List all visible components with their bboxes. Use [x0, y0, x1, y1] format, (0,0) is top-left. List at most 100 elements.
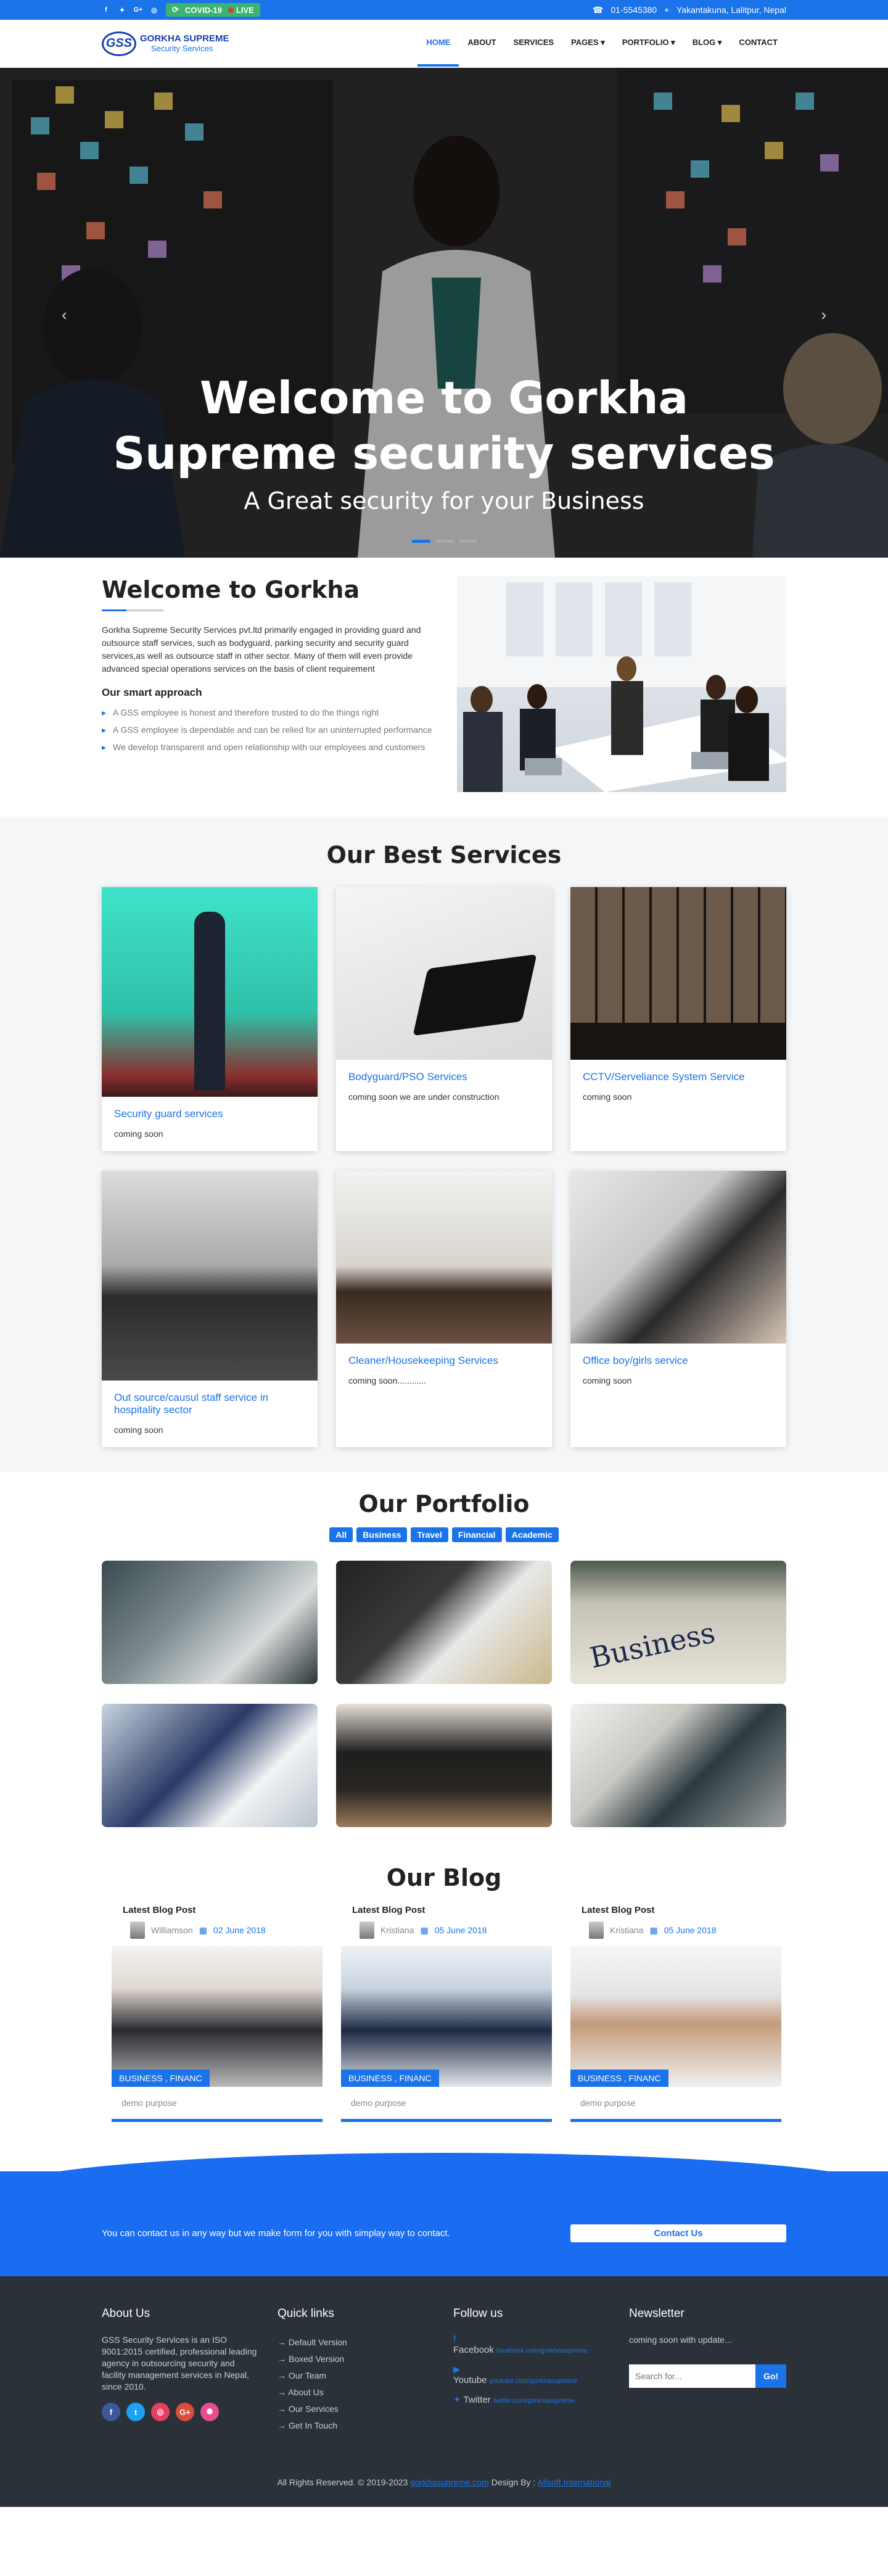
blog-image[interactable]: BUSINESS , FINANC	[570, 1946, 781, 2087]
footer-link[interactable]: → Get In Touch	[278, 2417, 435, 2434]
services-title: Our Best Services	[326, 841, 562, 869]
author-name[interactable]: Kristiana	[380, 1925, 414, 1935]
service-card[interactable]: Out source/causul staff service in hospi…	[102, 1171, 318, 1447]
blog-category-tag[interactable]: BUSINESS , FINANC	[341, 2070, 439, 2087]
newsletter-go-button[interactable]: Go!	[755, 2364, 786, 2388]
footer-quick-links: Quick links → Default Version → Boxed Ve…	[278, 2307, 435, 2434]
nav-services[interactable]: SERVICES	[505, 20, 563, 67]
blog-excerpt: demo purpose	[351, 2098, 406, 2108]
author-name[interactable]: Williamson	[151, 1925, 193, 1935]
google-plus-icon[interactable]: G+	[176, 2403, 194, 2421]
post-date[interactable]: 05 June 2018	[664, 1925, 717, 1935]
footer: About Us GSS Security Services is an ISO…	[0, 2276, 888, 2507]
hero-slider: ‹ › Welcome to Gorkha Supreme security s…	[0, 68, 888, 558]
footer-link[interactable]: → Our Team	[278, 2368, 435, 2384]
service-image	[570, 1171, 786, 1344]
service-card[interactable]: Security guard services coming soon	[102, 887, 318, 1151]
follow-facebook[interactable]: f Facebook facebook.com/gorkhasupreme	[453, 2334, 610, 2355]
follow-youtube[interactable]: ▶ Youtube youtube.com/gorkhasupreme	[453, 2364, 610, 2385]
service-card[interactable]: Office boy/girls service coming soon	[570, 1171, 786, 1447]
blog-post: Latest Blog Post Williamson ▦ 02 June 20…	[112, 1905, 323, 2122]
filter-travel[interactable]: Travel	[411, 1527, 448, 1542]
footer-about: About Us GSS Security Services is an ISO…	[102, 2307, 259, 2434]
slide-indicator[interactable]	[435, 540, 454, 543]
hero-next-arrow[interactable]: ›	[821, 305, 826, 324]
blog-post-label: Latest Blog Post	[352, 1905, 426, 1915]
refresh-icon: ⟳	[172, 5, 179, 14]
hero-title: Welcome to Gorkha Supreme security servi…	[113, 372, 775, 479]
facebook-icon[interactable]: f	[102, 6, 110, 14]
instagram-icon[interactable]: ◎	[150, 6, 158, 14]
nav-pages[interactable]: PAGES ▾	[562, 20, 614, 67]
blog-image[interactable]: BUSINESS , FINANC	[341, 1946, 552, 2087]
footer-link[interactable]: → Boxed Version	[278, 2351, 435, 2368]
designer-link[interactable]: Allsoft International	[537, 2477, 610, 2487]
welcome-section: Welcome to Gorkha Gorkha Supreme Securit…	[0, 558, 888, 817]
portfolio-item[interactable]	[102, 1561, 318, 1684]
covid-live-badge[interactable]: ⟳ COVID-19 LIVE	[166, 3, 260, 17]
nav-home[interactable]: HOME	[417, 20, 459, 67]
post-date[interactable]: 05 June 2018	[435, 1925, 487, 1935]
portfolio-item[interactable]	[102, 1704, 318, 1827]
hero-prev-arrow[interactable]: ‹	[62, 305, 67, 324]
portfolio-item[interactable]	[336, 1561, 552, 1684]
service-title[interactable]: CCTV/Serveliance System Service	[583, 1071, 774, 1083]
portfolio-item[interactable]	[570, 1704, 786, 1827]
filter-financial[interactable]: Financial	[451, 1527, 502, 1542]
service-card[interactable]: Bodyguard/PSO Services coming soon we ar…	[336, 887, 552, 1151]
filter-academic[interactable]: Academic	[505, 1527, 559, 1542]
newsletter-search-input[interactable]	[629, 2364, 755, 2388]
portfolio-newspaper-word: Business	[586, 1616, 718, 1675]
slide-indicator[interactable]	[459, 540, 477, 543]
footer-social-icons: f t ◎ G+ ✺	[102, 2403, 259, 2421]
nav-about[interactable]: ABOUT	[459, 20, 504, 67]
service-title[interactable]: Cleaner/Housekeeping Services	[348, 1355, 540, 1367]
portfolio-section: Our Portfolio All Business Travel Financ…	[0, 1472, 888, 1846]
contact-banner: You can contact us in any way but we mak…	[0, 2153, 888, 2276]
blog-category-tag[interactable]: BUSINESS , FINANC	[112, 2070, 210, 2087]
avatar	[589, 1922, 604, 1939]
facebook-icon[interactable]: f	[102, 2403, 120, 2421]
twitter-icon[interactable]: ✦	[118, 6, 126, 14]
filter-all[interactable]: All	[329, 1527, 353, 1542]
blog-underline	[570, 2119, 781, 2122]
service-card[interactable]: Cleaner/Housekeeping Services coming soo…	[336, 1171, 552, 1447]
services-grid: Security guard services coming soon Body…	[102, 887, 786, 1447]
nav-contact[interactable]: CONTACT	[730, 20, 786, 67]
twitter-icon[interactable]: t	[126, 2403, 145, 2421]
address: Yakantakuna, Lalitpur, Nepal	[676, 5, 786, 15]
service-image	[336, 1171, 552, 1344]
site-logo[interactable]: GSS GORKHA SUPREME Security Services	[102, 31, 229, 56]
slide-indicator[interactable]	[412, 540, 430, 543]
follow-twitter[interactable]: ✦ Twitter twitter.com/gorkhasupreme	[453, 2394, 610, 2405]
contact-us-button[interactable]: Contact Us	[570, 2224, 786, 2242]
google-plus-icon[interactable]: G+	[134, 6, 143, 14]
service-title[interactable]: Out source/causul staff service in hospi…	[114, 1392, 305, 1416]
service-card[interactable]: CCTV/Serveliance System Service coming s…	[570, 887, 786, 1151]
footer-link[interactable]: → About Us	[278, 2384, 435, 2401]
instagram-icon[interactable]: ◎	[151, 2403, 170, 2421]
service-title[interactable]: Security guard services	[114, 1108, 305, 1120]
portfolio-item[interactable]	[336, 1704, 552, 1827]
logo-tagline: Security Services	[151, 43, 213, 53]
nav-portfolio[interactable]: PORTFOLIO ▾	[614, 20, 684, 67]
service-title[interactable]: Office boy/girls service	[583, 1355, 774, 1367]
dribbble-icon[interactable]: ✺	[200, 2403, 219, 2421]
service-text: coming soon	[583, 1376, 632, 1385]
service-text: coming soon	[114, 1425, 163, 1435]
blog-underline	[341, 2119, 552, 2122]
service-title[interactable]: Bodyguard/PSO Services	[348, 1071, 540, 1083]
footer-link[interactable]: → Default Version	[278, 2334, 435, 2351]
footer-link[interactable]: → Our Services	[278, 2401, 435, 2417]
service-image	[570, 887, 786, 1060]
nav-blog[interactable]: BLOG ▾	[684, 20, 731, 67]
blog-category-tag[interactable]: BUSINESS , FINANC	[570, 2070, 668, 2087]
blog-image[interactable]: BUSINESS , FINANC	[112, 1946, 323, 2087]
site-link[interactable]: gorkhasupreme.com	[410, 2477, 489, 2487]
author-name[interactable]: Kristiana	[610, 1925, 643, 1935]
post-date[interactable]: 02 June 2018	[213, 1925, 266, 1935]
portfolio-item[interactable]: Business	[570, 1561, 786, 1684]
facebook-icon: f	[453, 2334, 456, 2345]
filter-business[interactable]: Business	[356, 1527, 408, 1542]
blog-excerpt: demo purpose	[121, 2098, 177, 2108]
